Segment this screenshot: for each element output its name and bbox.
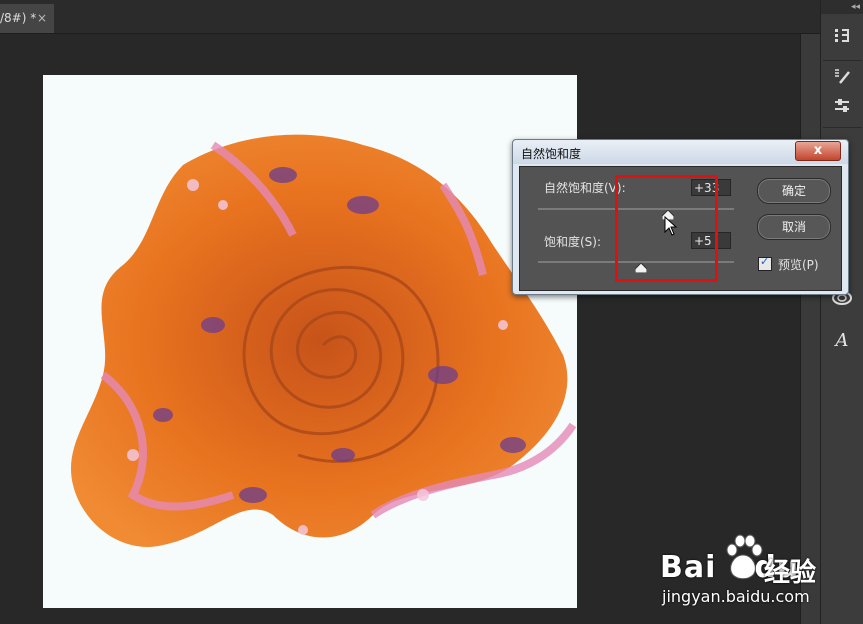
- dialog-close-button[interactable]: x: [795, 141, 841, 161]
- panel-separator: [823, 127, 862, 128]
- close-icon[interactable]: ×: [37, 4, 47, 33]
- cancel-button[interactable]: 取消: [757, 214, 831, 240]
- character-icon[interactable]: A: [829, 328, 855, 354]
- preview-checkbox[interactable]: [758, 255, 772, 271]
- preview-label: 预览(P): [778, 258, 819, 272]
- mouse-cursor-icon: [664, 215, 678, 240]
- panel-separator: [823, 60, 862, 61]
- baidu-paw-icon: [726, 534, 763, 580]
- document-tab[interactable]: /8#) * ×: [0, 4, 54, 33]
- document-tab-title: /8#) *: [0, 11, 37, 25]
- saturation-label: 饱和度(S):: [544, 235, 602, 249]
- scarf-photo: [70, 134, 577, 547]
- ok-button[interactable]: 确定: [757, 178, 831, 204]
- document-tab-bar: /8#) * ×: [0, 0, 820, 34]
- collapse-panels-icon[interactable]: ◂◂: [821, 0, 863, 14]
- image-canvas[interactable]: [43, 75, 577, 608]
- watermark-url: jingyan.baidu.com: [662, 587, 810, 606]
- dialog-titlebar[interactable]: 自然饱和度 x: [513, 140, 848, 164]
- vibrance-label: 自然饱和度(V):: [544, 181, 626, 195]
- baidu-jingyan-watermark: Bai du 经验 jingyan.baidu.com: [660, 530, 860, 620]
- histogram-icon[interactable]: [829, 26, 855, 52]
- dialog-title: 自然饱和度: [521, 147, 582, 161]
- watermark-jingyan: 经验: [764, 558, 817, 588]
- brush-presets-icon[interactable]: [829, 66, 855, 92]
- adjustments-icon[interactable]: [829, 96, 855, 122]
